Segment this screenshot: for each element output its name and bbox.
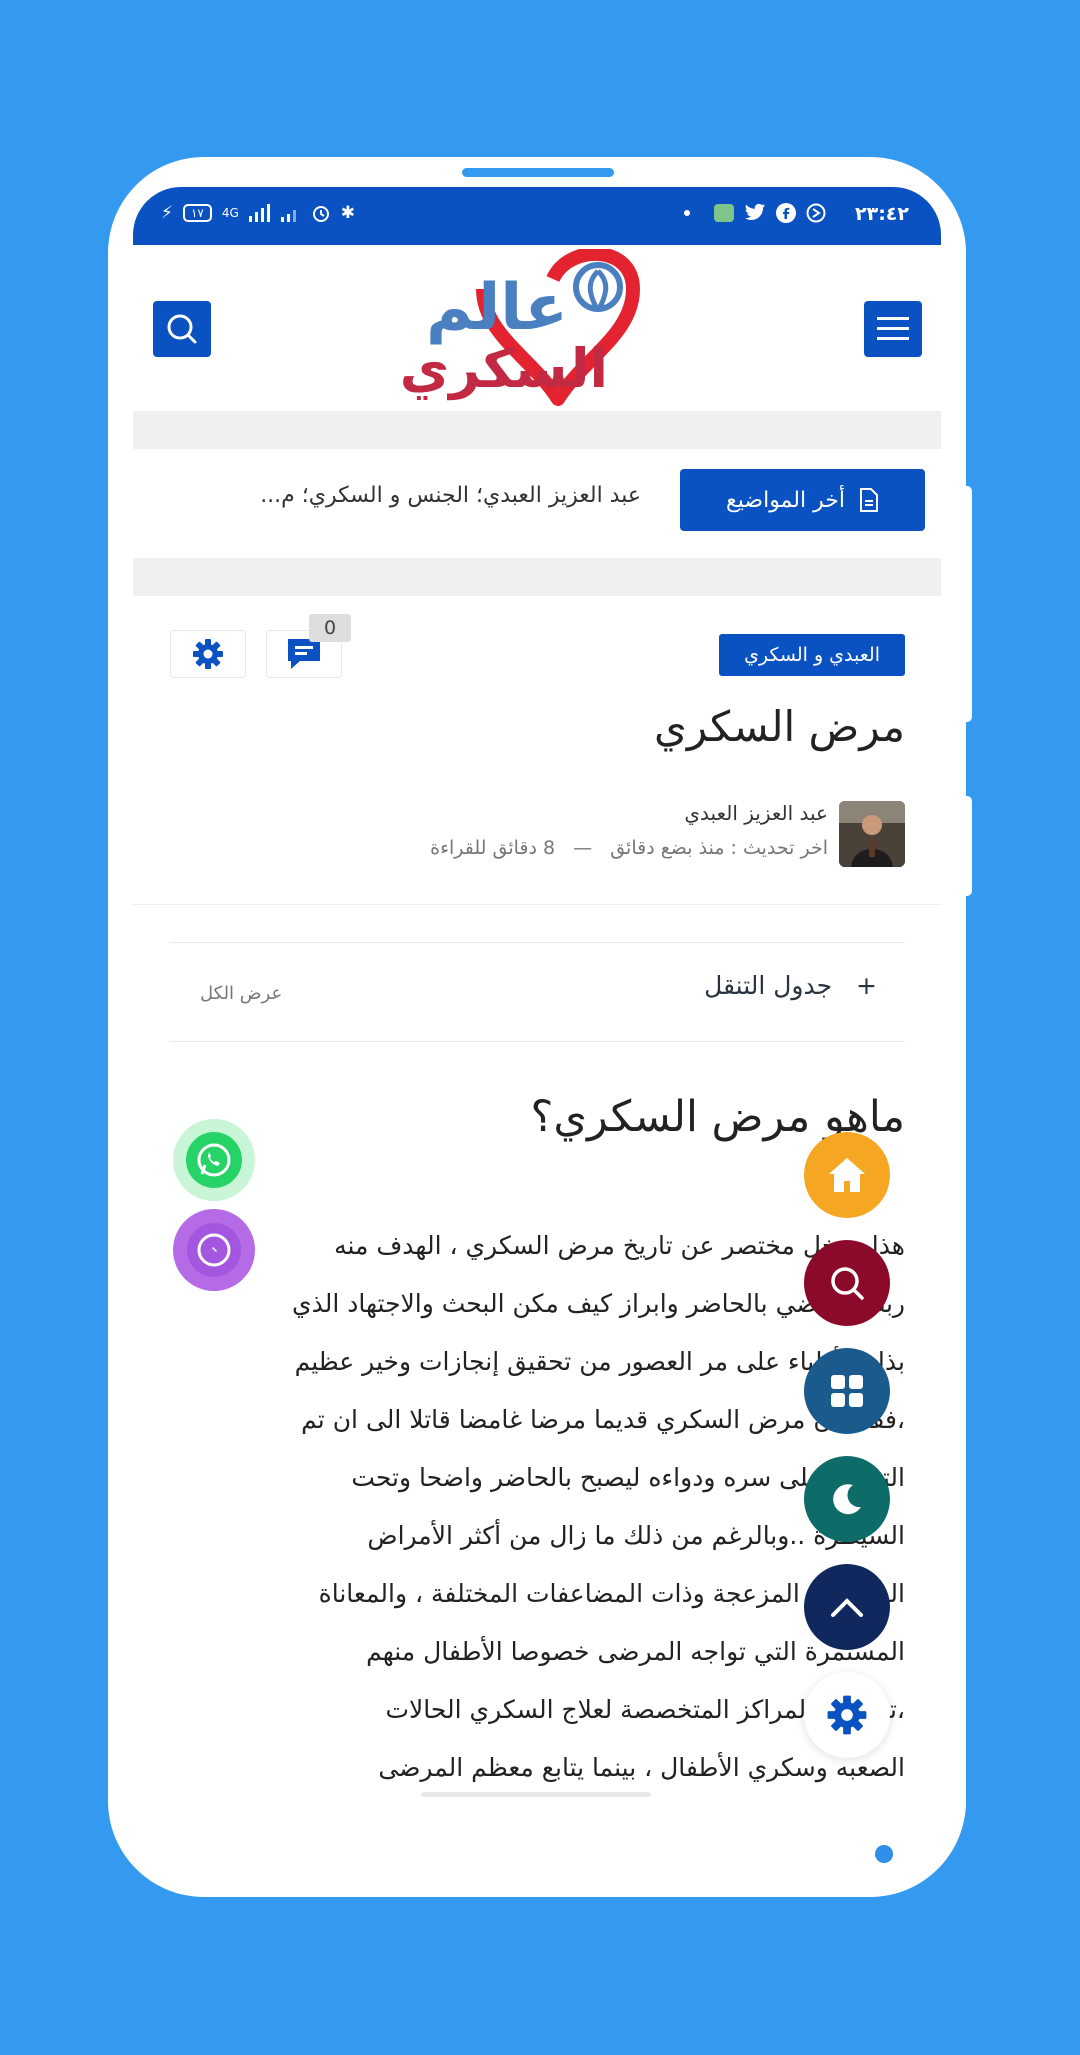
article-body: هذا مدخل مختصر عن تاريخ مرض السكري ، اله… (165, 1217, 905, 1797)
alarm-icon (312, 206, 329, 222)
read-time: 8 دقائق للقراءة (430, 837, 556, 859)
meta-separator: — (573, 837, 593, 859)
article-line: الصعبه وسكري الأطفال ، بينما يتابع معظم … (378, 1753, 905, 1782)
battery-icon: ١٧ (182, 204, 212, 222)
author-name[interactable]: عبد العزيز العبدي (684, 801, 828, 825)
messenger-share-button[interactable] (173, 1209, 255, 1291)
meta-divider (133, 904, 941, 905)
device-speaker (462, 168, 614, 177)
whatsapp-share-button[interactable] (173, 1119, 255, 1201)
ticker-headline[interactable]: عبد العزيز العبدي؛ الجنس و السكري؛ م... (260, 483, 641, 508)
dot-icon (684, 210, 690, 216)
article-line: هذا مدخل مختصر عن تاريخ مرض السكري ، اله… (334, 1231, 905, 1260)
site-header: عالم السكري (133, 245, 941, 410)
latest-topics-label: أخر المواضيع (726, 487, 845, 513)
device-side-button (962, 486, 972, 722)
whatsapp-icon (186, 1132, 242, 1188)
status-icons-left: ⚡ ١٧ 4G ✱ (161, 203, 355, 223)
search-button[interactable] (153, 301, 211, 357)
svg-text:عالم: عالم (426, 271, 568, 345)
table-of-contents[interactable]: + جدول التنقل عرض الكل (170, 942, 905, 1042)
signal-icon (248, 204, 270, 222)
search-icon (167, 314, 197, 344)
last-updated: اخر تحديث : منذ بضع دقائق (610, 837, 828, 859)
comment-icon (288, 639, 320, 669)
status-time: ٢٣:٤٢ (855, 203, 909, 225)
home-fab[interactable] (804, 1132, 890, 1218)
category-badge[interactable]: العبدي و السكري (719, 634, 905, 676)
home-icon (829, 1158, 865, 1192)
device-side-button (962, 796, 972, 896)
post-title: مرض السكري (654, 702, 905, 751)
plus-icon: + (856, 971, 877, 1000)
article-line: ربط الماضي بالحاضر وابراز كيف مكن البحث … (292, 1289, 905, 1318)
article-line: المستمرة التي تواجه المرضى خصوصا الأطفال… (366, 1637, 905, 1666)
twitter-icon (744, 203, 766, 220)
page-indicator-dot (875, 1845, 893, 1863)
latest-topics-button[interactable]: أخر المواضيع (680, 469, 925, 531)
bluetooth-icon: ✱ (340, 203, 356, 223)
site-logo[interactable]: عالم السكري (383, 246, 723, 409)
gear-icon (827, 1695, 867, 1735)
charging-icon: ⚡ (161, 203, 173, 223)
article-line: المزمنة و المزعجة وذات المضاعفات المختلف… (318, 1579, 905, 1608)
article-line: ،تستقبل المراكز المتخصصة لعلاج السكري ال… (385, 1695, 905, 1724)
search-icon (831, 1267, 864, 1300)
comment-count-badge: 0 (309, 614, 351, 642)
article-line: ،فقد كان مرض السكري قديما مرضا غامضا قات… (301, 1405, 905, 1434)
toc-view-all[interactable]: عرض الكل (200, 983, 282, 1004)
article-line: السيطرة ..وبالرغم من ذلك ما زال من أكثر … (367, 1521, 905, 1550)
app-screen: ⚡ ١٧ 4G ✱ ٢٣:٤٢ عالم السكري أخر المواضيع… (133, 187, 941, 1799)
settings-fab[interactable] (804, 1672, 890, 1758)
post-meta: اخر تحديث : منذ بضع دقائق — 8 دقائق للقر… (430, 837, 828, 859)
chevron-up-icon (831, 1598, 863, 1617)
latest-topics-ticker: أخر المواضيع عبد العزيز العبدي؛ الجنس و … (133, 449, 941, 555)
app-icon (714, 204, 734, 222)
article-line: التعرف على سره ودواءه ليصبح بالحاضر واضح… (351, 1463, 905, 1492)
status-bar: ⚡ ١٧ 4G ✱ ٢٣:٤٢ (133, 187, 941, 245)
vpn-icon (806, 203, 826, 223)
menu-button[interactable] (864, 301, 922, 357)
article-line: بذله الأطباء على مر العصور من تحقيق إنجا… (294, 1347, 905, 1376)
hamburger-icon (877, 317, 909, 340)
svg-text:السكري: السكري (400, 337, 608, 400)
scroll-top-fab[interactable] (804, 1564, 890, 1650)
network-label: 4G (221, 206, 239, 220)
gear-icon (193, 639, 223, 669)
scroll-indicator (421, 1792, 651, 1797)
grid-icon (831, 1375, 863, 1407)
settings-button[interactable] (170, 630, 246, 678)
toc-title[interactable]: + جدول التنقل (704, 971, 877, 1000)
ticker-separator (133, 558, 941, 596)
dark-mode-fab[interactable] (804, 1456, 890, 1542)
messenger-icon (187, 1223, 241, 1277)
status-icons-right (684, 203, 826, 223)
document-icon (859, 488, 878, 512)
facebook-icon (776, 203, 796, 223)
author-avatar[interactable] (839, 801, 905, 867)
toc-title-label: جدول التنقل (704, 971, 833, 1000)
header-separator (133, 411, 941, 449)
signal-icon (280, 210, 296, 222)
moon-icon (833, 1484, 861, 1515)
search-fab[interactable] (804, 1240, 890, 1326)
categories-fab[interactable] (804, 1348, 890, 1434)
